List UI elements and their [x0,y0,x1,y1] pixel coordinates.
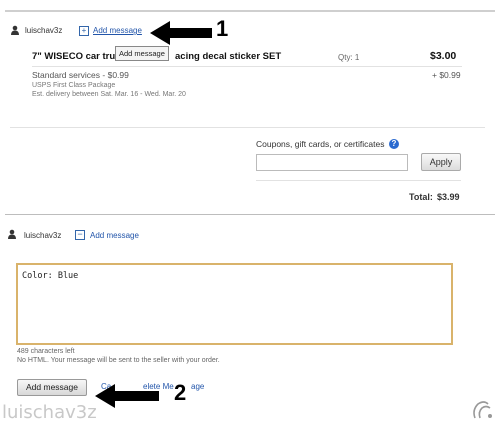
item-divider [32,66,462,67]
item-title-right: acing decal sticker SET [175,51,282,62]
item-price: $3.00 [430,50,457,62]
delete-message-link-tail[interactable]: age [191,382,204,391]
person-icon [11,25,19,35]
apply-button[interactable]: Apply [421,153,461,171]
plus-icon[interactable]: + [79,26,89,36]
item-quantity: Qty: 1 [338,53,360,62]
annotation-number-1: 1 [216,16,229,41]
shipping-service: Standard services - $0.99 [32,70,129,80]
add-message-button[interactable]: Add message [17,379,87,396]
screenshot-separator [5,214,495,215]
annotation-number-2: 2 [174,380,187,405]
characters-left: 489 characters left [17,348,75,355]
add-message-tooltip: Add message [115,46,169,61]
total-label: Total: [409,192,433,202]
shipping-estimate: Est. delivery between Sat. Mar. 16 - Wed… [32,91,186,98]
item-title-left: 7" WISECO car tru [32,51,116,62]
logo-icon [473,401,492,419]
add-message-link[interactable]: Add message [90,231,139,240]
coupon-label: Coupons, gift cards, or certificates [256,139,385,149]
watermark-text: luischav3z [2,402,97,423]
shipping-package: USPS First Class Package [32,82,116,89]
coupon-input[interactable] [256,154,408,171]
seller-username: luischav3z [25,26,63,35]
no-html-note: No HTML. Your message will be sent to th… [17,357,220,364]
top-divider [5,10,495,12]
help-icon[interactable]: ? [389,139,399,149]
person-icon [8,229,16,239]
shipping-price: + $0.99 [432,70,461,80]
message-textarea[interactable]: Color: Blue [16,263,453,345]
section-divider [10,127,485,128]
total-value: $3.99 [437,192,460,202]
seller-username: luischav3z [24,231,62,240]
message-text: Color: Blue [22,271,79,281]
minus-icon[interactable]: − [75,230,85,240]
add-message-link[interactable]: Add message [93,26,142,35]
total-divider [256,180,461,181]
annotation-arrow-1 [150,21,212,45]
annotation-arrow-2 [95,384,159,408]
